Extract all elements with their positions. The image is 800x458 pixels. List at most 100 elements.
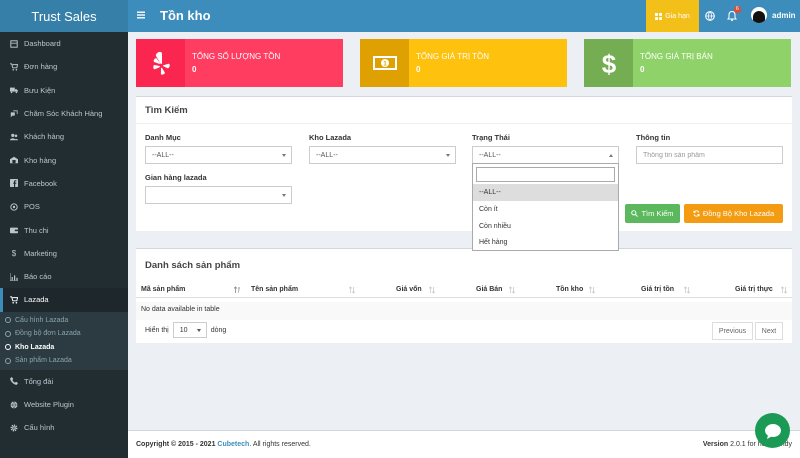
user-menu[interactable]: admin: [751, 7, 796, 23]
sidebar-item-customers[interactable]: Khách hàng: [0, 125, 128, 148]
avatar: [751, 7, 767, 23]
sidebar-item-settings[interactable]: Cấu hình: [0, 416, 128, 439]
sidebar-item-label: Tổng đài: [24, 376, 54, 386]
renew-button[interactable]: Gia hạn: [646, 0, 699, 32]
status-option[interactable]: Còn ít: [473, 201, 618, 218]
product-list-title: Danh sách sản phẩm: [145, 260, 241, 271]
sidebar-item-marketing[interactable]: $ Marketing: [0, 242, 128, 265]
sort-asc-icon[interactable]: [233, 286, 240, 294]
submenu-item-lazada-config[interactable]: Cấu hình Lazada: [0, 314, 128, 328]
submenu-item-label: Cấu hình Lazada: [15, 316, 69, 324]
column-header[interactable]: Giá trị thực: [735, 286, 773, 293]
sidebar-item-call-center[interactable]: Tổng đài: [0, 370, 128, 393]
sidebar-item-website-plugin[interactable]: Website Plugin: [0, 393, 128, 416]
stat-total-quantity: Tổng số lượng tồn 0: [136, 39, 343, 87]
submenu-item-lazada-products[interactable]: Sản phẩm Lazada: [0, 354, 128, 368]
sidebar-nav-bottom: Tổng đài Website Plugin Cấu hình: [0, 370, 128, 440]
yelp-icon: [136, 39, 185, 87]
column-header[interactable]: Giá Bán: [476, 286, 502, 293]
submenu-item-label: Sản phẩm Lazada: [15, 357, 72, 365]
lazada-submenu: Cấu hình Lazada Đồng bộ đơn Lazada Kho L…: [0, 311, 128, 370]
sort-icon[interactable]: [428, 286, 436, 294]
notification-badge: 6: [734, 6, 741, 13]
show-label: Hiển thị: [145, 326, 169, 334]
kho-lazada-select-value: --ALL--: [316, 151, 338, 159]
copyright-text: Copyright © 2015 - 2021 Cubetech. All ri…: [136, 441, 311, 448]
previous-page-button[interactable]: Previous: [712, 322, 753, 340]
dollar-icon: $: [9, 249, 19, 258]
sync-button-label: Đồng Bộ Kho Lazada: [702, 209, 775, 218]
language-globe-icon[interactable]: [704, 10, 716, 22]
sort-icon[interactable]: [780, 286, 788, 294]
sidebar-item-facebook[interactable]: Facebook: [0, 172, 128, 195]
circle-icon: [5, 357, 11, 364]
column-header[interactable]: Tên sản phẩm: [251, 286, 298, 293]
category-select[interactable]: --ALL--: [145, 146, 292, 164]
status-option[interactable]: --ALL--: [473, 184, 618, 201]
column-header[interactable]: Mã sản phẩm: [141, 286, 185, 293]
status-option[interactable]: Còn nhiều: [473, 218, 618, 235]
shop-label: Gian hàng lazada: [145, 173, 207, 182]
product-info-input[interactable]: [636, 146, 783, 164]
column-header[interactable]: Giá vốn: [396, 286, 422, 293]
sidebar-item-finance[interactable]: Thu chi: [0, 218, 128, 241]
shop-select[interactable]: [145, 186, 292, 204]
chat-bubble-icon[interactable]: [755, 413, 790, 448]
status-select-value: --ALL--: [479, 151, 501, 159]
search-button[interactable]: Tìm Kiếm: [625, 204, 680, 223]
sort-icon[interactable]: [588, 286, 596, 294]
rights-text: . All rights reserved.: [249, 441, 311, 448]
company-link[interactable]: Cubetech: [217, 441, 249, 448]
users-icon: [9, 132, 19, 141]
refresh-icon: [693, 210, 700, 217]
sidebar-item-label: Facebook: [24, 178, 57, 188]
chevron-down-icon: [196, 329, 201, 332]
sidebar-item-lazada[interactable]: Lazada: [0, 288, 128, 312]
column-header[interactable]: Tồn kho: [556, 286, 583, 293]
sidebar-item-dashboard[interactable]: Dashboard: [0, 32, 128, 55]
sort-icon[interactable]: [683, 286, 691, 294]
status-option[interactable]: Hết hàng: [473, 234, 618, 251]
svg-text:$: $: [12, 250, 17, 258]
page-title: Tồn kho: [160, 8, 211, 23]
sidebar-item-reports[interactable]: Báo cáo: [0, 265, 128, 288]
stat-value: 0: [640, 65, 645, 74]
menu-toggle-icon[interactable]: [136, 9, 148, 21]
status-select[interactable]: --ALL--: [472, 146, 619, 164]
app-logo[interactable]: Trust Sales: [0, 0, 128, 32]
stat-value: 0: [416, 65, 421, 74]
circle-icon: [5, 317, 11, 324]
svg-text:$: $: [601, 50, 616, 76]
search-panel-title: Tìm Kiếm: [145, 105, 188, 116]
sidebar-item-parcels[interactable]: Bưu Kiện: [0, 79, 128, 102]
submenu-item-lazada-order-sync[interactable]: Đồng bộ đơn Lazada: [0, 327, 128, 341]
stat-total-sale-value: $ Tổng giá trị bán 0: [584, 39, 791, 87]
chevron-down-icon: [282, 154, 286, 157]
submenu-item-lazada-warehouse[interactable]: Kho Lazada: [0, 341, 128, 355]
kho-lazada-label: Kho Lazada: [309, 133, 352, 142]
stat-value: 0: [192, 65, 197, 74]
status-dropdown: --ALL-- Còn ít Còn nhiều Hết hàng: [472, 163, 619, 251]
sidebar-item-label: Bưu Kiện: [24, 85, 56, 95]
next-page-button[interactable]: Next: [755, 322, 783, 340]
sync-lazada-button[interactable]: Đồng Bộ Kho Lazada: [684, 204, 783, 223]
chevron-down-icon: [282, 194, 286, 197]
sort-icon[interactable]: [508, 286, 516, 294]
stat-title: Tổng số lượng tồn: [192, 52, 281, 61]
kho-lazada-select[interactable]: --ALL--: [309, 146, 456, 164]
info-label: Thông tin: [636, 133, 671, 142]
grid-icon: [655, 12, 663, 20]
sidebar-item-label: Website Plugin: [24, 400, 74, 409]
sidebar-item-customer-care[interactable]: Chăm Sóc Khách Hàng: [0, 102, 128, 125]
dollar-icon: $: [584, 39, 633, 87]
footer: Copyright © 2015 - 2021 Cubetech. All ri…: [128, 430, 800, 458]
sidebar-item-pos[interactable]: POS: [0, 195, 128, 218]
sidebar-item-warehouse[interactable]: Kho hàng: [0, 148, 128, 171]
category-label: Danh Mục: [145, 133, 181, 142]
page-length-select[interactable]: 10: [172, 322, 207, 338]
status-dropdown-search-input[interactable]: [476, 167, 615, 182]
column-header[interactable]: Giá trị tồn: [641, 286, 674, 293]
sort-icon[interactable]: [348, 286, 356, 294]
sidebar-item-orders[interactable]: Đơn hàng: [0, 55, 128, 78]
sidebar-item-label: Đơn hàng: [24, 62, 58, 72]
